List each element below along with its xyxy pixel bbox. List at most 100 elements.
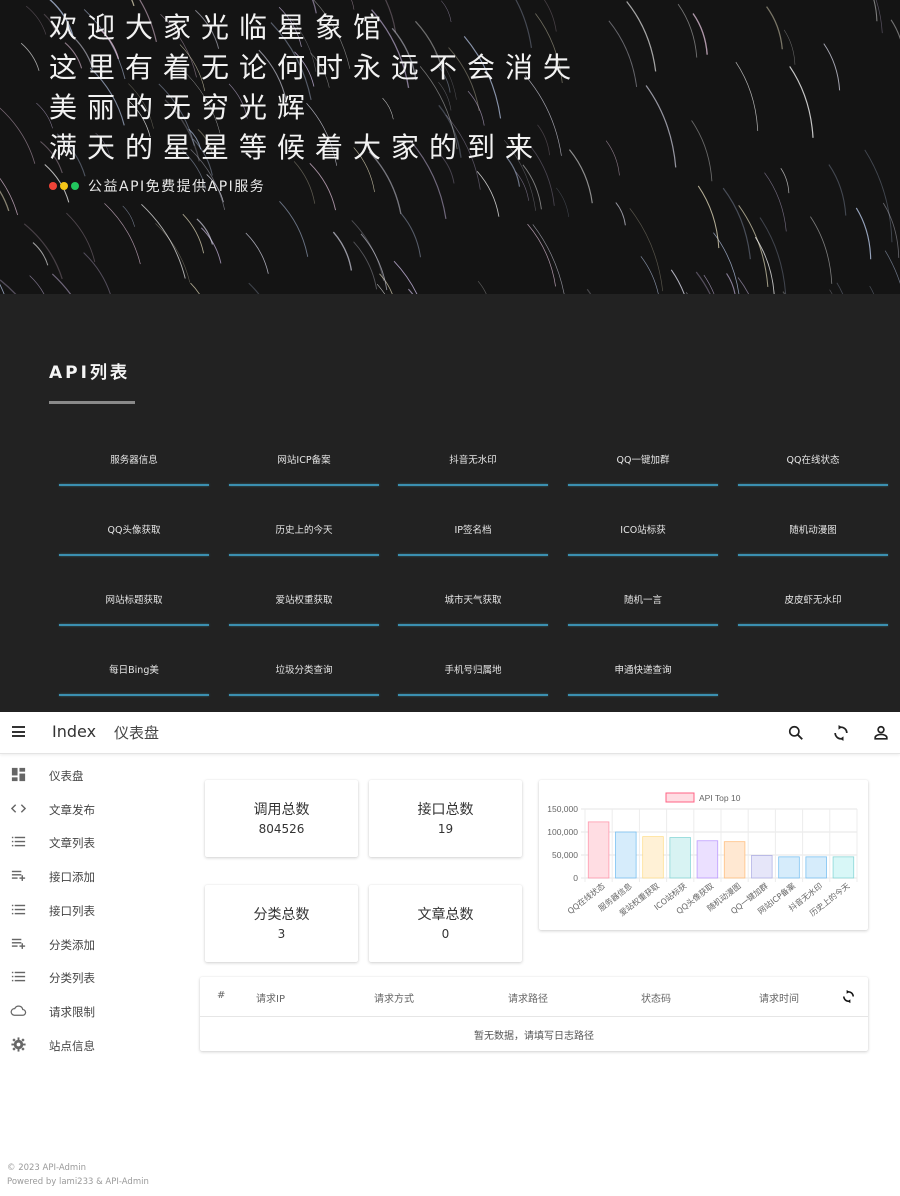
y-tick-label: 100,000 (547, 827, 578, 837)
api-item[interactable]: IP签名档 (398, 504, 548, 556)
api-item-label: QQ头像获取 (107, 525, 161, 536)
chart-bar (642, 836, 664, 879)
star-trail (789, 66, 814, 138)
stat-card-articles: 文章总数 0 (369, 885, 522, 962)
api-item[interactable]: QQ一键加群 (568, 434, 718, 486)
api-item[interactable]: 随机一言 (568, 574, 718, 626)
sidebar-item[interactable]: 接口添加 (0, 861, 190, 891)
sidebar-item-label: 文章发布 (49, 802, 95, 817)
star-trail (155, 223, 191, 283)
request-log-table: # 请求IP 请求方式 请求路径 状态码 请求时间 暂无数据，请填写日志路径 (200, 977, 868, 1051)
cloud-icon (10, 1005, 27, 1016)
star-trail (890, 19, 900, 40)
menu-icon[interactable] (12, 726, 25, 737)
sidebar-item[interactable]: 站点信息 (0, 1030, 190, 1060)
api-item[interactable]: QQ头像获取 (59, 504, 209, 556)
api-item-label: 每日Bing美 (109, 665, 159, 676)
api-item[interactable]: ICO站标获 (568, 504, 718, 556)
api-top10-chart: API Top 10050,000100,000150,000QQ在线状态服务器… (547, 792, 858, 918)
star-trail (783, 29, 796, 65)
stat-title: 接口总数 (417, 802, 474, 818)
api-item[interactable]: 网站ICP备案 (229, 434, 379, 486)
api-item[interactable]: 皮皮虾无水印 (738, 574, 888, 626)
sidebar-item[interactable]: 文章发布 (0, 794, 190, 824)
star-trail (713, 232, 740, 294)
stat-value: 3 (277, 927, 286, 941)
column-header-method: 请求方式 (374, 994, 414, 1005)
api-item[interactable]: 历史上的今天 (229, 504, 379, 556)
sidebar-item[interactable]: 文章列表 (0, 827, 190, 857)
star-trail (83, 252, 111, 294)
brand-link[interactable]: Index (52, 722, 96, 741)
star-trail (629, 208, 664, 292)
api-item-underline (229, 554, 379, 556)
star-trail (360, 233, 388, 291)
api-item[interactable]: 申通快递查询 (568, 644, 718, 696)
api-item[interactable]: 网站标题获取 (59, 574, 209, 626)
refresh-icon[interactable] (841, 989, 856, 1004)
hero-line: 满天的星星等候着大家的到来 (49, 131, 544, 164)
chart-bar (615, 831, 637, 879)
api-item[interactable]: QQ在线状态 (738, 434, 888, 486)
api-item[interactable]: 抖音无水印 (398, 434, 548, 486)
api-item[interactable]: 随机动漫图 (738, 504, 888, 556)
api-item-label: 垃圾分类查询 (275, 665, 333, 676)
api-item-label: IP签名档 (454, 525, 492, 536)
star-trail (722, 187, 751, 260)
api-item[interactable]: 爱站权重获取 (229, 574, 379, 626)
search-icon[interactable] (786, 723, 806, 743)
api-item-label: 皮皮虾无水印 (784, 595, 842, 606)
column-header-ip: 请求IP (256, 994, 285, 1005)
api-item-underline (738, 624, 888, 626)
sidebar-item[interactable]: 请求限制 (0, 996, 190, 1026)
api-top10-chart-card: API Top 10 0 50,000 100,000 150,000 QQ在线状态 服务器… (539, 780, 868, 930)
stat-title: 分类总数 (253, 907, 310, 923)
sidebar-item[interactable]: 接口列表 (0, 895, 190, 925)
api-item[interactable]: 手机号归属地 (398, 644, 548, 696)
star-trail (23, 223, 63, 280)
sidebar-item-label: 接口添加 (49, 870, 95, 885)
api-item[interactable]: 每日Bing美 (59, 644, 209, 696)
star-trail (726, 273, 736, 294)
star-trail (556, 187, 569, 217)
api-item[interactable]: 服务器信息 (59, 434, 209, 486)
api-item-label: 爱站权重获取 (275, 595, 333, 606)
hero-text: 欢迎大家光临星象馆 这里有着无论何时永远不会消失 美丽的无穷光辉 满天的星星等候… (49, 8, 581, 168)
hero-line: 欢迎大家光临星象馆 (49, 11, 392, 44)
top-app-bar: Index 仪表盘 (0, 712, 900, 754)
star-trail (0, 177, 19, 216)
stat-value: 0 (441, 927, 450, 941)
user-icon[interactable] (871, 723, 891, 743)
api-item-underline (398, 554, 548, 556)
api-item-underline (229, 694, 379, 696)
sidebar-item[interactable]: 仪表盘 (0, 760, 190, 790)
star-trail (245, 232, 269, 274)
api-item[interactable]: 城市天气获取 (398, 574, 548, 626)
star-trail (735, 61, 759, 131)
stat-value: 804526 (258, 822, 305, 836)
api-item-label: ICO站标获 (620, 525, 666, 536)
sidebar-item-label: 分类添加 (49, 937, 95, 952)
star-trail (608, 20, 638, 88)
api-item[interactable]: 垃圾分类查询 (229, 644, 379, 696)
star-trail (66, 212, 96, 263)
sidebar-item[interactable]: 分类添加 (0, 929, 190, 959)
star-trail (615, 202, 626, 226)
column-header-index: # (217, 990, 226, 1001)
star-trail (477, 281, 487, 294)
refresh-icon[interactable] (831, 723, 851, 743)
copyright-text: © 2023 API-Admin (7, 1163, 86, 1173)
powered-by-text[interactable]: Powered by lami233 & API-Admin (7, 1175, 149, 1189)
api-item-underline (59, 624, 209, 626)
table-divider (200, 1016, 868, 1017)
star-trail (670, 269, 685, 294)
star-trail (122, 205, 135, 227)
sidebar-item[interactable]: 分类列表 (0, 962, 190, 992)
hero-line: 这里有着无论何时永远不会消失 (49, 51, 582, 84)
star-trail (29, 275, 45, 294)
api-item-underline (229, 624, 379, 626)
star-trail (201, 227, 222, 264)
chart-bar (723, 841, 746, 879)
star-trail (26, 5, 47, 35)
yellow-dot-icon (60, 182, 68, 190)
